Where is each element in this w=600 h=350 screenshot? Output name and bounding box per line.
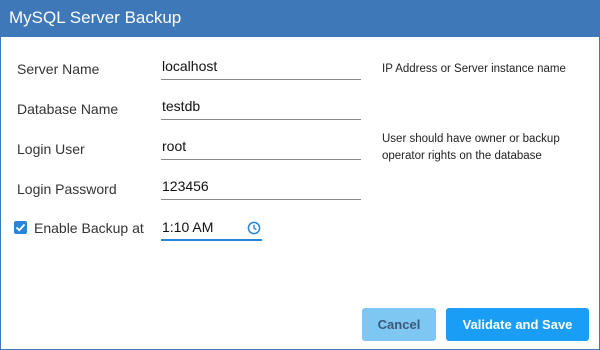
enable-backup-label[interactable]: Enable Backup at bbox=[34, 220, 144, 236]
login-user-hint: User should have owner or backup operato… bbox=[382, 133, 560, 162]
cancel-button[interactable]: Cancel bbox=[362, 308, 436, 341]
database-name-label: Database Name bbox=[17, 101, 119, 117]
checkmark-icon bbox=[15, 223, 26, 232]
window-title: MySQL Server Backup bbox=[9, 8, 182, 27]
validate-and-save-button[interactable]: Validate and Save bbox=[446, 308, 589, 341]
mysql-backup-dialog: MySQL Server Backup Server Name localhos… bbox=[0, 0, 600, 350]
server-name-label: Server Name bbox=[17, 61, 100, 77]
database-name-value: testdb bbox=[162, 98, 201, 114]
login-password-value: 123456 bbox=[162, 178, 209, 194]
backup-time-picker[interactable]: 1:10 AM bbox=[161, 217, 262, 241]
login-password-label: Login Password bbox=[17, 181, 117, 197]
login-user-field[interactable]: root bbox=[161, 136, 361, 160]
backup-time-value: 1:10 AM bbox=[162, 219, 214, 235]
database-name-field[interactable]: testdb bbox=[161, 96, 361, 120]
clock-icon[interactable] bbox=[247, 221, 261, 235]
server-name-field[interactable]: localhost bbox=[161, 56, 361, 80]
enable-backup-checkbox[interactable] bbox=[14, 221, 27, 234]
login-user-value: root bbox=[162, 138, 187, 154]
login-password-field[interactable]: 123456 bbox=[161, 176, 361, 200]
server-name-value: localhost bbox=[162, 58, 218, 74]
login-user-label: Login User bbox=[17, 141, 85, 157]
title-bar[interactable]: MySQL Server Backup bbox=[1, 1, 599, 37]
server-name-hint: IP Address or Server instance name bbox=[382, 63, 566, 75]
